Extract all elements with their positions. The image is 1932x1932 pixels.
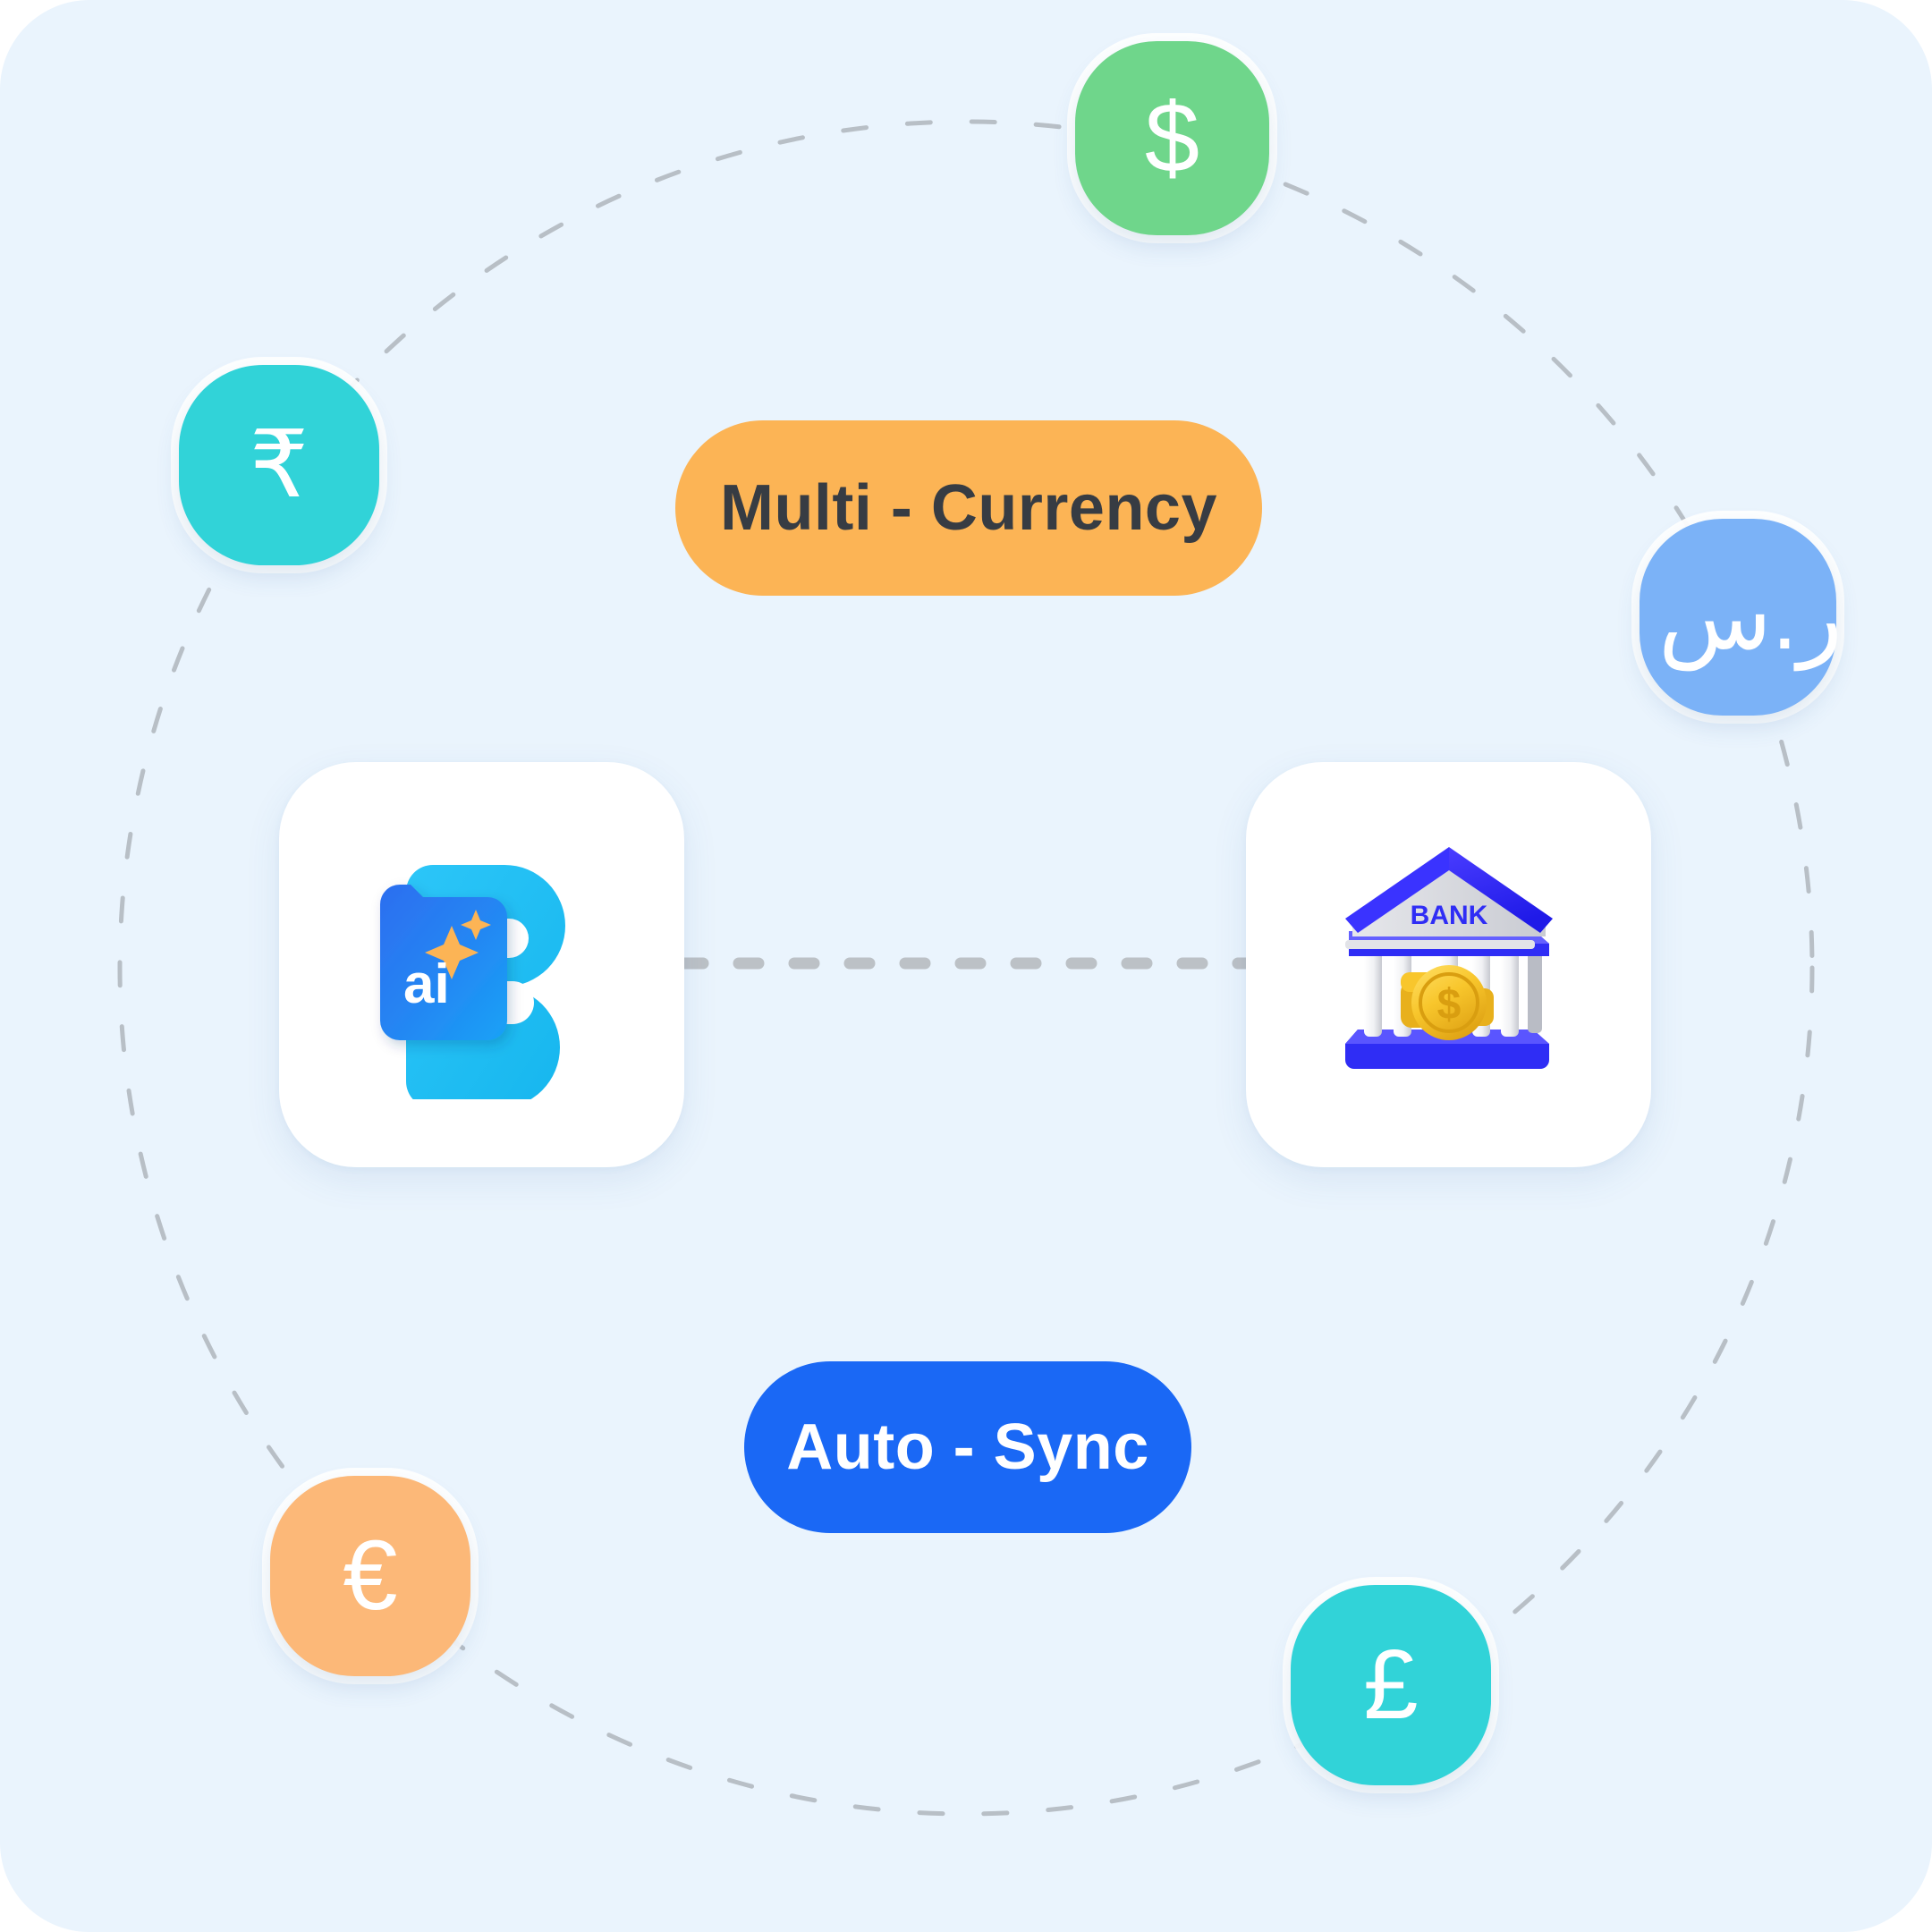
pound-symbol-icon: £ — [1363, 1630, 1419, 1740]
bank-card[interactable]: BANK $ — [1246, 762, 1651, 1167]
currency-badge-usd[interactable]: $ — [1075, 41, 1269, 235]
logo-ai-text: ai — [403, 953, 450, 1015]
currency-badge-inr[interactable]: ₹ — [179, 365, 379, 565]
currency-badge-gbp[interactable]: £ — [1291, 1585, 1491, 1785]
dollar-symbol-icon: $ — [1144, 82, 1200, 193]
illustration-canvas: ai BANK $ Multi - Currency Auto - Sync $… — [0, 0, 1932, 1932]
bank-label-text: BANK — [1410, 901, 1487, 930]
auto-sync-pill-label: Auto - Sync — [786, 1411, 1149, 1483]
dashed-connector-line — [680, 957, 1252, 970]
multi-currency-pill-label: Multi - Currency — [719, 472, 1218, 544]
currency-badge-sar[interactable]: ر.س — [1640, 519, 1843, 716]
auto-sync-pill[interactable]: Auto - Sync — [744, 1361, 1191, 1533]
euro-symbol-icon: € — [343, 1521, 398, 1631]
rupee-symbol-icon: ₹ — [249, 413, 309, 517]
multi-currency-pill[interactable]: Multi - Currency — [675, 420, 1262, 596]
brand-logo-card[interactable]: ai — [279, 762, 684, 1167]
bank-building-3d-icon: BANK $ — [1344, 846, 1553, 1069]
svg-text:$: $ — [1436, 981, 1461, 1029]
currency-badge-eur[interactable]: € — [270, 1476, 470, 1676]
brand-b-ai-logo-icon: ai — [379, 864, 565, 1099]
riyal-symbol-icon: ر.س — [1657, 565, 1843, 669]
